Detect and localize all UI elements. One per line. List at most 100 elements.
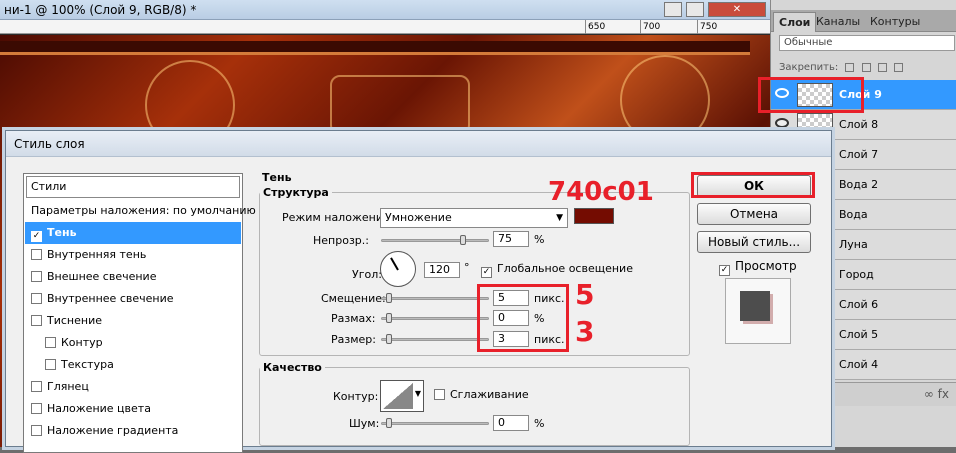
style-checkbox[interactable]: [31, 381, 42, 392]
size-slider[interactable]: [381, 334, 489, 344]
style-label: Контур: [61, 336, 103, 349]
contour-label: Контур:: [333, 390, 379, 403]
tab-layers[interactable]: Слои: [773, 12, 817, 32]
preview-option[interactable]: ✓ Просмотр: [719, 259, 797, 276]
lock-move-icon[interactable]: [877, 62, 887, 72]
ruler-tick: 650: [585, 20, 605, 34]
noise-slider[interactable]: [381, 418, 489, 428]
preview-checkbox[interactable]: ✓: [719, 265, 730, 276]
spread-slider-knob[interactable]: [386, 313, 392, 323]
opacity-slider[interactable]: [381, 235, 489, 245]
quality-group: Качество: [259, 361, 690, 446]
style-checkbox[interactable]: [45, 337, 56, 348]
style-checkbox[interactable]: [31, 249, 42, 260]
layer-name: Город: [839, 268, 874, 281]
angle-label: Угол:: [352, 268, 382, 281]
tab-channels[interactable]: Каналы: [811, 12, 865, 32]
new-style-button[interactable]: Новый стиль...: [697, 231, 811, 253]
antialias-checkbox[interactable]: [434, 389, 445, 400]
style-label: Тень: [47, 226, 77, 239]
layer-name: Слой 5: [839, 328, 879, 341]
antialias-option[interactable]: Сглаживание: [434, 388, 529, 401]
style-item[interactable]: Тиснение: [25, 310, 241, 332]
opacity-input[interactable]: 75: [493, 231, 529, 247]
size-label: Размер:: [331, 333, 376, 346]
styles-header[interactable]: Стили: [26, 176, 240, 198]
horizontal-ruler: 650 700 750: [0, 20, 770, 34]
antialias-label: Сглаживание: [450, 388, 529, 401]
preview-square: [740, 291, 770, 321]
distance-slider[interactable]: [381, 293, 489, 303]
decor-stripe: [330, 75, 470, 135]
section-title: Тень: [262, 171, 292, 184]
annotation-highlight-ok: [691, 172, 815, 198]
maximize-icon[interactable]: [686, 2, 704, 17]
style-item[interactable]: Наложение градиента: [25, 420, 241, 442]
annotation-number-3: 3: [575, 315, 595, 348]
style-item[interactable]: Параметры наложения: по умолчанию: [25, 200, 256, 222]
style-item[interactable]: Внутренняя тень: [25, 244, 241, 266]
spread-slider[interactable]: [381, 313, 489, 323]
preview-label: Просмотр: [735, 259, 797, 273]
minimize-icon[interactable]: [664, 2, 682, 17]
distance-slider-knob[interactable]: [386, 293, 392, 303]
style-item[interactable]: Внешнее свечение: [25, 266, 241, 288]
layer-name: Вода 2: [839, 178, 879, 191]
style-checkbox[interactable]: [45, 359, 56, 370]
style-label: Наложение градиента: [47, 424, 179, 437]
global-light-option[interactable]: ✓ Глобальное освещение: [481, 262, 633, 278]
style-item[interactable]: Контур: [25, 332, 241, 354]
style-label: Внутренняя тень: [47, 248, 147, 261]
annotation-highlight-fields: [477, 284, 569, 352]
opacity-slider-knob[interactable]: [460, 235, 466, 245]
blend-mode-dropdown[interactable]: Умножение ▼: [380, 208, 568, 228]
style-label: Внутреннее свечение: [47, 292, 174, 305]
style-item[interactable]: Текстура: [25, 354, 241, 376]
noise-input[interactable]: 0: [493, 415, 529, 431]
styles-list: Стили Параметры наложения: по умолчанию ✓…: [23, 173, 256, 453]
contour-picker[interactable]: ▼: [380, 380, 424, 412]
size-slider-knob[interactable]: [386, 334, 392, 344]
annotation-number-5: 5: [575, 278, 595, 311]
lock-all-icon[interactable]: [893, 62, 903, 72]
style-checkbox[interactable]: [31, 293, 42, 304]
distance-label: Смещение:: [321, 292, 386, 305]
tab-paths[interactable]: Контуры: [865, 12, 925, 32]
style-item[interactable]: Наложение цвета: [25, 398, 241, 420]
close-icon[interactable]: ✕: [708, 2, 766, 17]
style-checkbox[interactable]: [31, 403, 42, 414]
style-checkbox[interactable]: [31, 425, 42, 436]
lock-transparency-icon[interactable]: [845, 62, 855, 72]
document-title: ни-1 @ 100% (Слой 9, RGB/8) *: [0, 0, 770, 20]
style-item[interactable]: Внутреннее свечение: [25, 288, 241, 310]
spread-label: Размах:: [331, 312, 376, 325]
blend-mode-select[interactable]: Обычные: [779, 35, 955, 51]
chevron-down-icon: ▼: [556, 213, 563, 223]
eye-icon[interactable]: [775, 118, 789, 128]
style-item[interactable]: Глянец: [25, 376, 241, 398]
lock-row: Закрепить:: [779, 61, 903, 75]
annotation-color-code: 740c01: [548, 177, 654, 207]
lock-paint-icon[interactable]: [861, 62, 871, 72]
global-light-label: Глобальное освещение: [497, 262, 633, 275]
style-checkbox[interactable]: [31, 271, 42, 282]
lock-label: Закрепить:: [779, 62, 839, 73]
style-label: Тиснение: [47, 314, 102, 327]
opacity-unit: %: [534, 233, 545, 246]
angle-input[interactable]: 120: [424, 262, 460, 278]
style-checkbox[interactable]: [31, 315, 42, 326]
style-checkbox[interactable]: ✓: [31, 231, 42, 242]
layer-name: Слой 8: [839, 118, 879, 131]
shadow-color-swatch[interactable]: [574, 208, 614, 224]
cancel-button[interactable]: Отмена: [697, 203, 811, 225]
noise-slider-knob[interactable]: [386, 418, 392, 428]
annotation-highlight-layer: [758, 77, 864, 113]
style-preview: [725, 278, 791, 344]
window-controls: ✕: [664, 2, 768, 18]
style-item[interactable]: ✓ Тень: [25, 222, 241, 244]
ruler-tick: 750: [697, 20, 717, 34]
angle-dial[interactable]: [380, 251, 416, 287]
layer-name: Луна: [839, 238, 868, 251]
global-light-checkbox[interactable]: ✓: [481, 267, 492, 278]
style-label: Параметры наложения: по умолчанию: [31, 204, 256, 217]
